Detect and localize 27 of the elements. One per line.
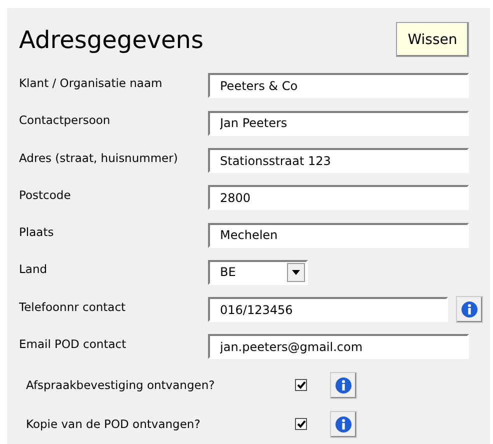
info-icon <box>335 376 352 394</box>
country-select[interactable]: BE <box>208 260 308 285</box>
field-label: Telefoonnr contact <box>19 300 127 314</box>
checkbox-label: Kopie van de POD ontvangen? <box>26 417 202 432</box>
field-label: Land <box>19 262 48 276</box>
input-field[interactable]: 2800 <box>208 185 469 210</box>
input-field[interactable]: Peeters & Co <box>208 73 469 98</box>
info-icon <box>461 301 478 318</box>
info-icon <box>335 416 352 433</box>
checkbox[interactable] <box>295 418 307 430</box>
input-field[interactable]: 016/123456 <box>208 297 448 322</box>
field-label: Postcode <box>19 188 72 202</box>
field-label: Adres (straat, huisnummer) <box>19 150 179 165</box>
input-field[interactable]: Mechelen <box>208 222 469 248</box>
info-button[interactable] <box>456 296 483 324</box>
field-label: Plaats <box>19 225 55 240</box>
checkbox-label: Afspraakbevestiging ontvangen? <box>26 378 216 392</box>
clear-button[interactable]: Wissen <box>396 22 469 58</box>
input-field[interactable]: Stationsstraat 123 <box>208 148 469 174</box>
field-label: Contactpersoon <box>19 113 112 128</box>
checkbox[interactable] <box>295 379 307 392</box>
form-title: Adresgegevens <box>19 26 204 54</box>
field-label: Klant / Organisatie naam <box>19 76 164 90</box>
input-field[interactable]: jan.peeters@gmail.com <box>208 334 469 360</box>
info-button[interactable] <box>330 410 357 438</box>
info-button[interactable] <box>330 372 357 399</box>
field-label: Email POD contact <box>19 336 128 351</box>
